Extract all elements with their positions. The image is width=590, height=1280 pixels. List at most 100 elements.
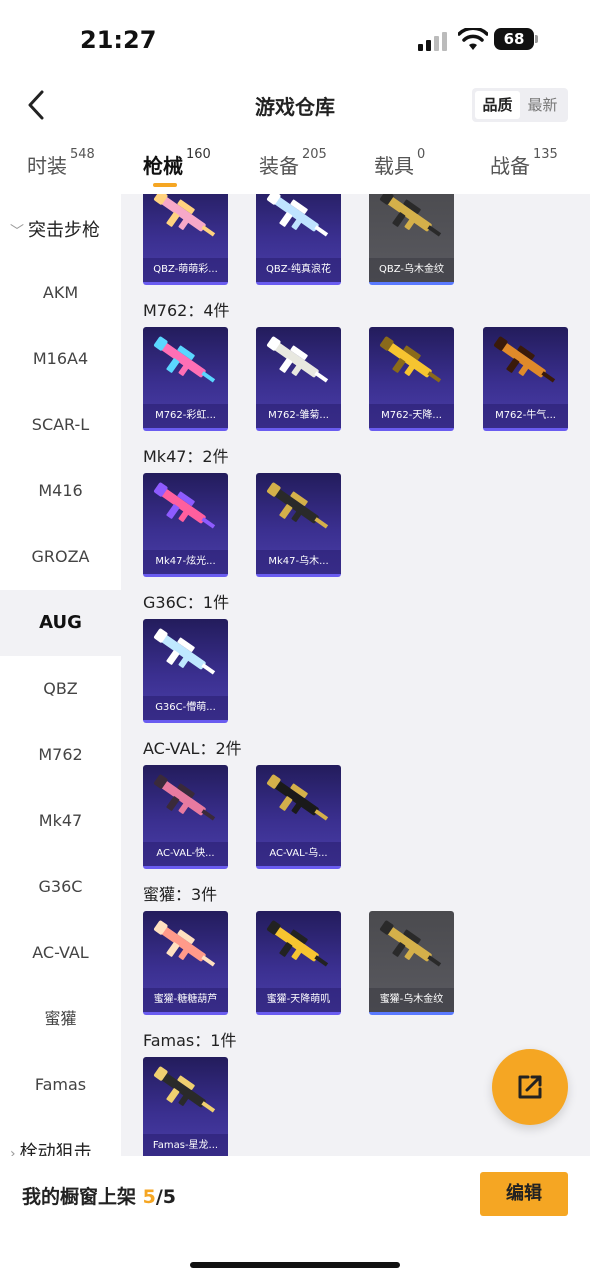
tab-count: 160	[186, 147, 211, 162]
sidebar-item-m416[interactable]: M416	[0, 458, 121, 524]
weapon-skin-icon	[154, 920, 216, 967]
weapon-card-label: Famas-星龙...	[143, 1134, 228, 1156]
weapon-grid: QBZ-萌萌彩... QBZ-纯真浪花 QBZ-乌木金纹 M762：4件 M762-彩虹…	[121, 194, 590, 1156]
tab-count: 135	[533, 147, 558, 162]
weapon-card-label: M762-牛气...	[483, 404, 568, 428]
weapon-card[interactable]: Mk47-炫光...	[143, 473, 228, 577]
chevron-down-icon: ﹀	[10, 224, 24, 240]
weapon-card-label: 蜜獾-糖糖葫芦	[143, 988, 228, 1012]
weapon-skin-icon	[267, 774, 329, 821]
weapon-card[interactable]: 蜜獾-糖糖葫芦	[143, 911, 228, 1015]
edit-button[interactable]: 编辑	[480, 1172, 568, 1216]
battery-icon: 68	[494, 28, 538, 50]
weapon-card-label: Mk47-乌木...	[256, 550, 341, 574]
share-icon	[518, 1075, 542, 1099]
nav-header: 游戏仓库 品质 最新	[0, 74, 590, 136]
group-title: Famas：1件	[143, 1031, 237, 1050]
weapon-card[interactable]: M762-牛气...	[483, 327, 568, 431]
weapon-card[interactable]: 蜜獾-乌木金纹	[369, 911, 454, 1015]
sidebar-item-蜜獾[interactable]: 蜜獾	[0, 986, 121, 1052]
group-title: Mk47：2件	[143, 447, 229, 466]
tab-equipment[interactable]: 装备 205	[259, 147, 327, 179]
wifi-icon	[458, 28, 488, 50]
sidebar-category-bolt-action[interactable]: › 栓动狙击	[10, 1138, 92, 1156]
sort-quality-button[interactable]: 品质	[475, 91, 520, 119]
sidebar-item-qbz[interactable]: QBZ	[0, 656, 121, 722]
weapon-card[interactable]: G36C-懵萌...	[143, 619, 228, 723]
tab-count: 205	[302, 147, 327, 162]
weapon-card-label: AC-VAL-快...	[143, 842, 228, 866]
weapon-skin-icon	[154, 194, 216, 237]
status-bar: 21:27 68	[0, 0, 590, 74]
weapon-card-label: M762-天降...	[369, 404, 454, 428]
share-button[interactable]	[492, 1049, 568, 1125]
category-tabs: 时装 548 枪械 160 装备 205 载具 0 战备 135	[0, 136, 590, 194]
weapon-skin-icon	[154, 628, 216, 675]
weapon-skin-icon	[267, 194, 329, 237]
weapon-card[interactable]: QBZ-乌木金纹	[369, 194, 454, 285]
weapon-skin-icon	[154, 482, 216, 529]
chevron-left-icon[interactable]	[22, 86, 52, 124]
weapon-card[interactable]: QBZ-纯真浪花	[256, 194, 341, 285]
chevron-right-icon: ›	[10, 1146, 16, 1156]
weapon-skin-icon	[380, 336, 442, 383]
sidebar-item-aug[interactable]: AUG	[0, 590, 121, 656]
weapon-skin-icon	[494, 336, 556, 383]
weapon-skin-icon	[154, 774, 216, 821]
weapon-card[interactable]: Mk47-乌木...	[256, 473, 341, 577]
sort-toggle[interactable]: 品质 最新	[472, 88, 568, 122]
group-title: 蜜獾：3件	[143, 885, 218, 904]
weapon-skin-icon	[267, 482, 329, 529]
tab-supplies[interactable]: 战备 135	[490, 147, 558, 179]
weapon-skin-icon	[154, 1066, 216, 1113]
weapon-card[interactable]: 蜜獾-天降萌叽	[256, 911, 341, 1015]
sidebar-item-m16a4[interactable]: M16A4	[0, 326, 121, 392]
weapon-card[interactable]: M762-天降...	[369, 327, 454, 431]
sidebar-item-ac-val[interactable]: AC-VAL	[0, 920, 121, 986]
weapon-skin-icon	[380, 920, 442, 967]
sidebar-item-g36c[interactable]: G36C	[0, 854, 121, 920]
weapon-card[interactable]: M762-雏菊...	[256, 327, 341, 431]
group-title: M762：4件	[143, 301, 230, 320]
sidebar-item-akm[interactable]: AKM	[0, 260, 121, 326]
tab-count: 0	[417, 147, 426, 162]
status-time: 21:27	[80, 26, 157, 54]
sidebar-item-m762[interactable]: M762	[0, 722, 121, 788]
weapon-card-label: Mk47-炫光...	[143, 550, 228, 574]
weapon-skin-icon	[267, 920, 329, 967]
weapon-card-label: 蜜獾-乌木金纹	[369, 988, 454, 1012]
showcase-current: 5	[142, 1186, 156, 1208]
home-indicator	[190, 1262, 400, 1268]
sidebar-item-famas[interactable]: Famas	[0, 1052, 121, 1118]
group-title: G36C：1件	[143, 593, 230, 612]
weapon-card[interactable]: M762-彩虹...	[143, 327, 228, 431]
tab-count: 548	[70, 147, 95, 162]
weapon-skin-icon	[380, 194, 442, 237]
tab-vehicles[interactable]: 载具 0	[374, 147, 426, 179]
weapon-card-label: 蜜獾-天降萌叽	[256, 988, 341, 1012]
weapon-card-label: QBZ-萌萌彩...	[143, 258, 228, 282]
weapon-card-label: AC-VAL-乌...	[256, 842, 341, 866]
weapon-card[interactable]: AC-VAL-快...	[143, 765, 228, 869]
weapon-card-label: M762-彩虹...	[143, 404, 228, 428]
active-tab-indicator	[153, 183, 177, 187]
sort-newest-button[interactable]: 最新	[520, 91, 565, 119]
weapon-sidebar: ﹀ 突击步枪 AKM M16A4 SCAR-L M416 GROZA AUG QBZ M762 M…	[0, 194, 121, 1156]
battery-level: 68	[494, 28, 534, 50]
sidebar-item-mk47[interactable]: Mk47	[0, 788, 121, 854]
weapon-card[interactable]: AC-VAL-乌...	[256, 765, 341, 869]
weapon-card-label: M762-雏菊...	[256, 404, 341, 428]
sidebar-item-scar-l[interactable]: SCAR-L	[0, 392, 121, 458]
weapon-skin-icon	[154, 336, 216, 383]
tab-firearms[interactable]: 枪械 160	[143, 147, 211, 179]
tab-fashion[interactable]: 时装 548	[27, 147, 95, 179]
showcase-status: 我的橱窗上架 5/5	[22, 1186, 177, 1208]
weapon-card-label: QBZ-乌木金纹	[369, 258, 454, 282]
weapon-card[interactable]: QBZ-萌萌彩...	[143, 194, 228, 285]
sidebar-item-groza[interactable]: GROZA	[0, 524, 121, 590]
weapon-card[interactable]: Famas-星龙...	[143, 1057, 228, 1156]
sidebar-category-assault-rifles[interactable]: ﹀ 突击步枪	[10, 216, 100, 242]
cellular-signal-icon	[418, 32, 447, 51]
group-title: AC-VAL：2件	[143, 739, 242, 758]
weapon-skin-icon	[267, 336, 329, 383]
